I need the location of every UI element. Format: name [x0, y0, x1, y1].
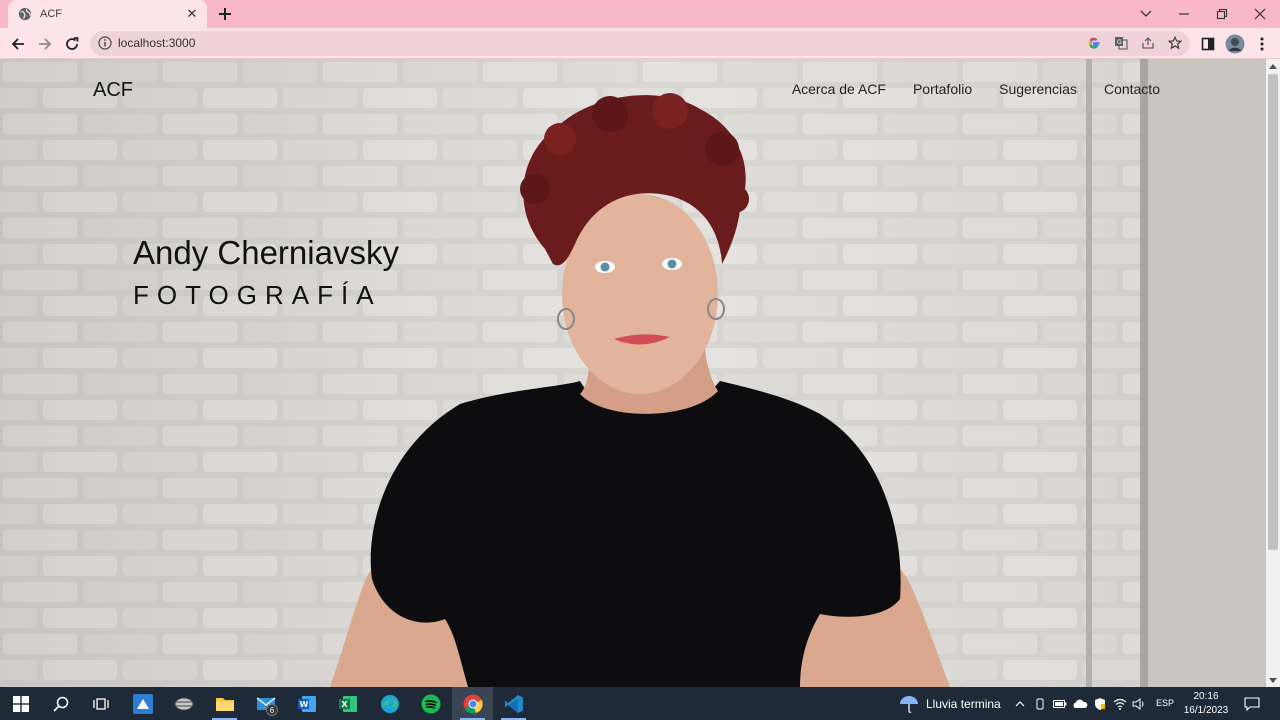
restore-icon[interactable] — [1203, 0, 1241, 28]
mail-icon[interactable]: 6 — [245, 687, 286, 720]
browser-tab-strip: ACF ✕ — [0, 0, 1280, 28]
wifi-icon[interactable] — [1112, 687, 1128, 720]
tray-chevron-icon[interactable] — [1012, 687, 1028, 720]
hero-background — [0, 59, 1266, 687]
globe-icon — [18, 7, 32, 21]
svg-text:W: W — [299, 700, 308, 709]
close-window-icon[interactable] — [1241, 0, 1279, 28]
vscode-icon[interactable] — [493, 687, 534, 720]
word-icon[interactable]: W — [286, 687, 327, 720]
nav-link-portfolio[interactable]: Portafolio — [913, 81, 972, 97]
chrome-icon[interactable] — [452, 687, 493, 720]
url-text[interactable]: localhost:3000 — [118, 36, 195, 50]
nav-link-about[interactable]: Acerca de ACF — [792, 81, 886, 97]
scroll-up-arrow-icon[interactable] — [1266, 59, 1280, 73]
svg-text:X: X — [341, 700, 348, 709]
mail-badge: 6 — [266, 704, 278, 716]
clock-date: 16/1/2023 — [1183, 705, 1229, 716]
nav-link-contact[interactable]: Contacto — [1104, 81, 1160, 97]
address-bar[interactable]: localhost:3000 G — [90, 31, 1190, 56]
portrait-photo — [330, 93, 950, 687]
weather-widget[interactable]: Lluvia termina — [898, 687, 1001, 720]
weather-text: Lluvia termina — [926, 696, 1001, 711]
forward-arrow-icon[interactable] — [33, 32, 57, 56]
app-icon-dev[interactable] — [122, 687, 163, 720]
tab-close-icon[interactable]: ✕ — [183, 5, 201, 23]
disk-app-icon[interactable] — [163, 687, 204, 720]
share-icon[interactable] — [1140, 35, 1156, 51]
reload-icon[interactable] — [60, 32, 84, 56]
site-logo[interactable]: ACF — [93, 79, 133, 102]
browser-tab[interactable]: ACF ✕ — [8, 0, 207, 28]
rain-umbrella-icon — [900, 695, 918, 713]
new-tab-icon[interactable] — [215, 4, 235, 24]
input-language[interactable]: ESP — [1156, 698, 1174, 708]
side-panel-icon[interactable] — [1196, 32, 1220, 56]
windows-taskbar: 6 W X Lluvia termina ESP 20:16 16/1/2023 — [0, 687, 1280, 720]
windows-start-icon[interactable] — [0, 687, 41, 720]
svg-text:G: G — [1117, 39, 1122, 46]
nav-link-suggestions[interactable]: Sugerencias — [999, 81, 1077, 97]
excel-icon[interactable]: X — [327, 687, 368, 720]
file-explorer-icon[interactable] — [204, 687, 245, 720]
notification-icon[interactable] — [1240, 693, 1264, 715]
page-scrollbar[interactable] — [1266, 59, 1280, 687]
task-view-icon[interactable] — [80, 687, 121, 720]
hero-subtitle: FOTOGRAFÍA — [133, 280, 382, 310]
security-shield-icon[interactable] — [1092, 687, 1108, 720]
onedrive-cloud-icon[interactable] — [1071, 687, 1089, 720]
search-icon[interactable] — [40, 687, 81, 720]
scroll-down-arrow-icon[interactable] — [1266, 673, 1280, 687]
menu-kebab-icon[interactable] — [1250, 32, 1274, 56]
hero-title: Andy Cherniavsky — [133, 234, 399, 271]
device-icon[interactable] — [1032, 687, 1048, 720]
profile-avatar[interactable] — [1223, 32, 1247, 56]
clock-time: 20:16 — [1193, 691, 1219, 702]
battery-icon[interactable] — [1051, 687, 1069, 720]
volume-icon[interactable] — [1131, 687, 1147, 720]
bookmark-star-icon[interactable] — [1167, 35, 1183, 51]
google-icon[interactable] — [1086, 35, 1102, 51]
edge-icon[interactable] — [369, 687, 410, 720]
site-info-icon[interactable] — [98, 36, 112, 50]
translate-icon[interactable]: G — [1113, 35, 1129, 51]
page-viewport: ACF Acerca de ACF Portafolio Sugerencias… — [0, 59, 1266, 687]
tab-search-icon[interactable] — [1127, 0, 1165, 28]
taskbar-clock[interactable]: 20:16 16/1/2023 — [1180, 690, 1232, 718]
spotify-icon[interactable] — [410, 687, 451, 720]
back-arrow-icon[interactable] — [6, 32, 30, 56]
tab-title: ACF — [40, 8, 62, 20]
minimize-icon[interactable] — [1165, 0, 1203, 28]
scroll-thumb[interactable] — [1268, 74, 1278, 550]
browser-toolbar: localhost:3000 G — [0, 28, 1280, 59]
site-nav: Acerca de ACF Portafolio Sugerencias Con… — [792, 81, 1160, 97]
